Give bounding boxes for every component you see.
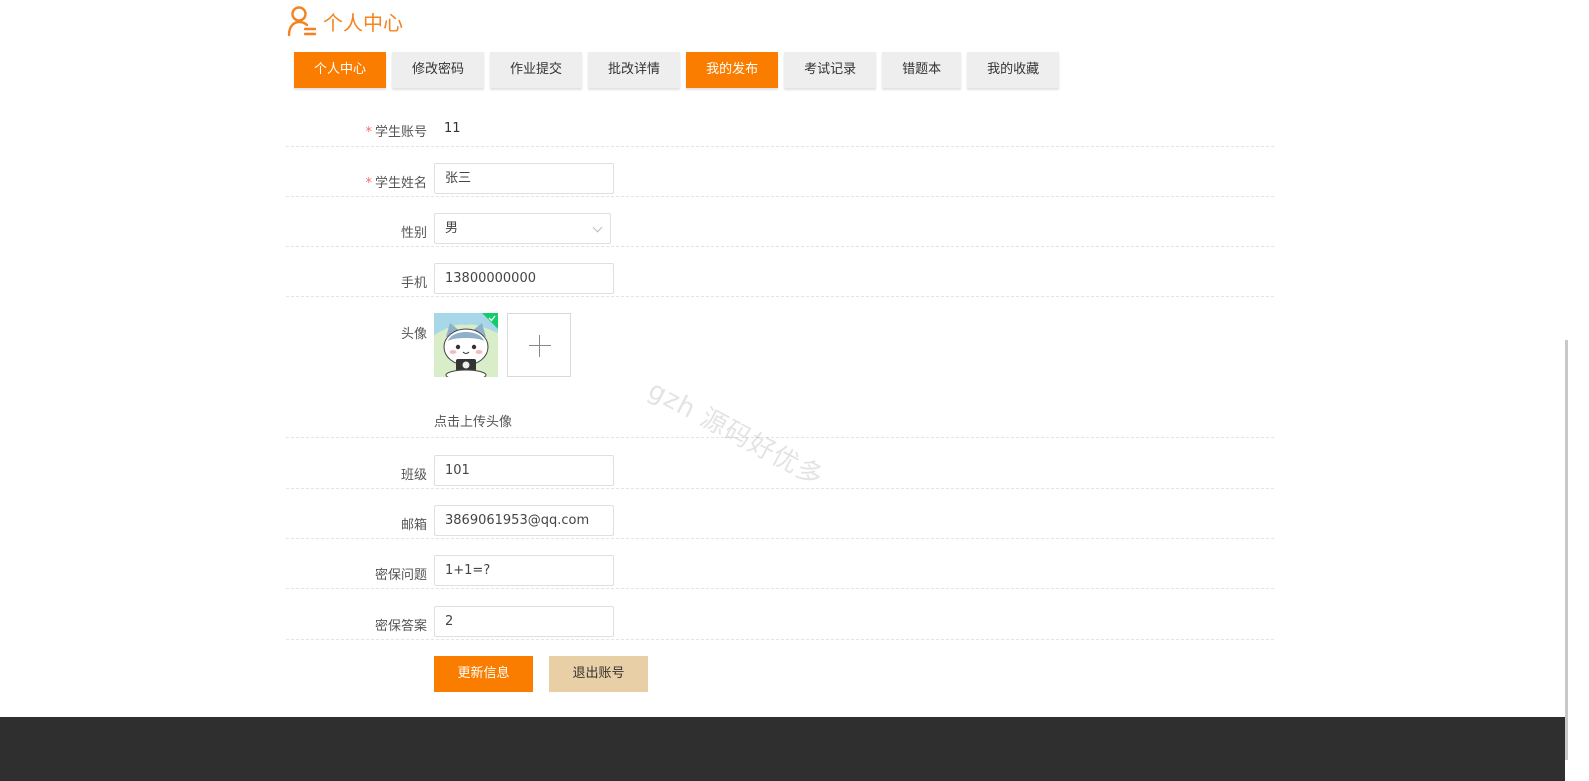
avatar-upload-hint: 点击上传头像: [434, 415, 513, 430]
page-title: 个人中心: [287, 4, 403, 38]
form-row-account: * 学生账号 11: [286, 112, 1274, 147]
email-label: 邮箱: [400, 518, 427, 533]
plus-icon: [529, 345, 551, 346]
name-label: * 学生姓名: [365, 176, 427, 191]
form-row-avatar: 头像 点击上传头像: [286, 313, 1274, 438]
gender-select-value: 男: [445, 221, 459, 236]
class-label: 班级: [400, 468, 427, 483]
avatar-cat-illustration: [434, 313, 498, 377]
security-question-input[interactable]: 1+1=?: [434, 555, 614, 586]
tab-my-favorites[interactable]: 我的收藏: [967, 52, 1060, 88]
class-input[interactable]: 101: [434, 455, 614, 486]
tab-homework-submit[interactable]: 作业提交: [490, 52, 583, 88]
avatar-upload-button[interactable]: [507, 313, 571, 377]
tab-wrong-questions[interactable]: 错题本: [882, 52, 962, 88]
tab-bar: 个人中心 修改密码 作业提交 批改详情 我的发布 考试记录 错题本 我的收藏: [294, 52, 1065, 88]
form-row-phone: 手机 13800000000: [286, 262, 1274, 297]
tab-personal-center[interactable]: 个人中心: [294, 52, 387, 88]
scrollbar-thumb[interactable]: [1565, 340, 1568, 760]
gender-select[interactable]: 男: [434, 213, 611, 244]
avatar-image[interactable]: [434, 313, 498, 377]
tab-grading-details[interactable]: 批改详情: [588, 52, 681, 88]
form-row-email: 邮箱 3869061953@qq.com: [286, 504, 1274, 539]
scrollbar-track[interactable]: [1565, 0, 1589, 781]
form-row-name: * 学生姓名 张三: [286, 162, 1274, 197]
phone-label: 手机: [400, 276, 427, 291]
security-answer-label: 密保答案: [374, 619, 427, 634]
update-info-button[interactable]: 更新信息: [434, 656, 533, 692]
phone-input[interactable]: 13800000000: [434, 263, 614, 294]
security-answer-input[interactable]: 2: [434, 606, 614, 637]
logout-button[interactable]: 退出账号: [549, 656, 648, 692]
avatar-label: 头像: [400, 327, 427, 342]
page-title-text: 个人中心: [323, 10, 403, 35]
required-mark: *: [365, 125, 372, 140]
form-row-gender: 性别 男: [286, 212, 1274, 247]
account-value: 11: [444, 121, 461, 136]
security-question-label: 密保问题: [374, 568, 427, 583]
required-mark: *: [365, 176, 372, 191]
page-footer: [0, 717, 1565, 781]
tab-exam-records[interactable]: 考试记录: [784, 52, 877, 88]
form-row-security-question: 密保问题 1+1=?: [286, 554, 1274, 589]
plus-icon: [539, 335, 540, 357]
form-row-security-answer: 密保答案 2: [286, 605, 1274, 640]
account-label: * 学生账号: [365, 125, 427, 140]
chevron-down-icon: [592, 222, 603, 233]
gender-label: 性别: [400, 226, 427, 241]
user-profile-icon: [287, 6, 317, 37]
name-input[interactable]: 张三: [434, 163, 614, 194]
tab-my-posts[interactable]: 我的发布: [686, 52, 779, 88]
tab-change-password[interactable]: 修改密码: [392, 52, 485, 88]
email-input[interactable]: 3869061953@qq.com: [434, 505, 614, 536]
